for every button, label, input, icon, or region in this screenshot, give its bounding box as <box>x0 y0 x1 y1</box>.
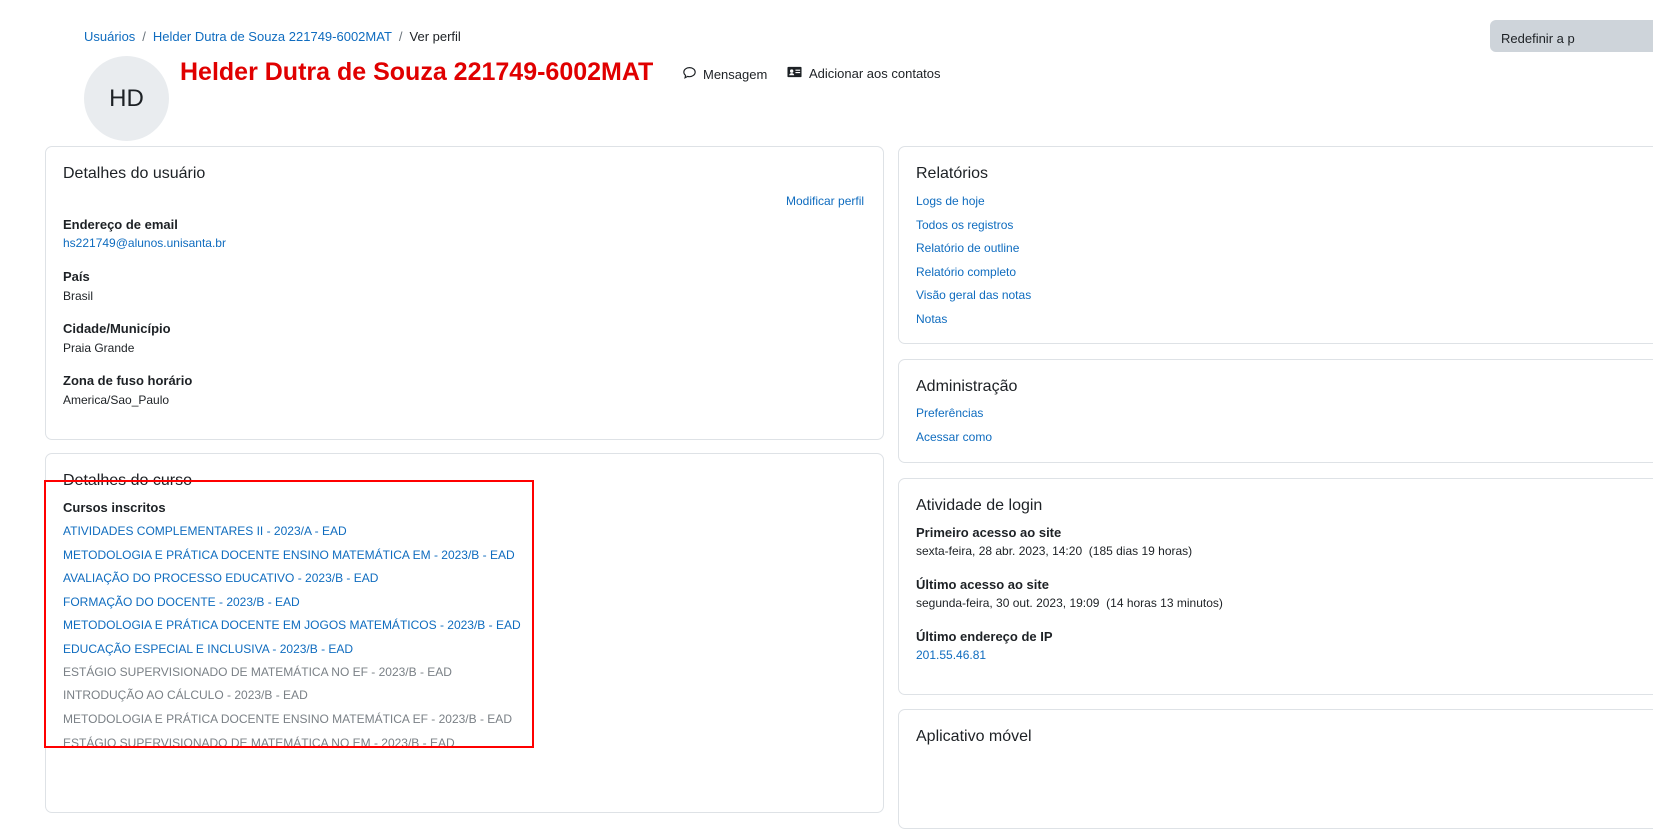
address-card-icon <box>787 66 802 81</box>
add-contact-label: Adicionar aos contatos <box>809 66 941 81</box>
breadcrumb-item-current: Ver perfil <box>409 29 461 44</box>
reports-card: Relatórios Logs de hoje Todos os registr… <box>898 146 1653 344</box>
timezone-value: America/Sao_Paulo <box>63 393 170 407</box>
course-details-title: Detalhes do curso <box>63 472 192 489</box>
reset-page-button[interactable]: Redefinir a p <box>1490 20 1653 52</box>
course-link[interactable]: FORMAÇÃO DO DOCENTE - 2023/B - EAD <box>63 595 300 609</box>
avatar: HD <box>84 56 169 141</box>
report-link-complete[interactable]: Relatório completo <box>916 265 1016 279</box>
login-activity-title: Atividade de login <box>916 497 1043 514</box>
administration-title: Administração <box>916 378 1018 395</box>
report-link-grades[interactable]: Notas <box>916 312 947 326</box>
course-link[interactable]: METODOLOGIA E PRÁTICA DOCENTE EM JOGOS M… <box>63 618 521 632</box>
course-link[interactable]: EDUCAÇÃO ESPECIAL E INCLUSIVA - 2023/B -… <box>63 642 353 656</box>
course-details-card: Detalhes do curso Cursos inscritos ATIVI… <box>45 453 884 813</box>
login-as-link[interactable]: Acessar como <box>916 430 992 444</box>
city-label: Cidade/Município <box>63 321 171 336</box>
last-ip-link[interactable]: 201.55.46.81 <box>916 648 986 662</box>
timezone-label: Zona de fuso horário <box>63 373 193 388</box>
course-link[interactable]: METODOLOGIA E PRÁTICA DOCENTE ENSINO MAT… <box>63 712 512 726</box>
course-link[interactable]: ATIVIDADES COMPLEMENTARES II - 2023/A - … <box>63 524 347 538</box>
report-link-all-logs[interactable]: Todos os registros <box>916 218 1013 232</box>
report-link-today-logs[interactable]: Logs de hoje <box>916 194 985 208</box>
city-value: Praia Grande <box>63 341 135 355</box>
course-link[interactable]: INTRODUÇÃO AO CÁLCULO - 2023/B - EAD <box>63 688 308 702</box>
first-access-label: Primeiro acesso ao site <box>916 525 1062 540</box>
enrolled-courses-label: Cursos inscritos <box>63 500 166 515</box>
last-access-label: Último acesso ao site <box>916 577 1049 592</box>
course-link[interactable]: ESTÁGIO SUPERVISIONADO DE MATEMÁTICA NO … <box>63 736 455 750</box>
email-label: Endereço de email <box>63 217 178 232</box>
login-activity-card: Atividade de login Primeiro acesso ao si… <box>898 478 1653 695</box>
last-ip-label: Último endereço de IP <box>916 629 1053 644</box>
course-link[interactable]: METODOLOGIA E PRÁTICA DOCENTE ENSINO MAT… <box>63 548 515 562</box>
edit-profile-link[interactable]: Modificar perfil <box>786 194 864 208</box>
breadcrumb-separator: / <box>142 29 146 44</box>
first-access-value: sexta-feira, 28 abr. 2023, 14:20 (185 di… <box>916 544 1193 558</box>
administration-card: Administração Preferências Acessar como <box>898 359 1653 463</box>
course-link[interactable]: ESTÁGIO SUPERVISIONADO DE MATEMÁTICA NO … <box>63 665 452 679</box>
course-link[interactable]: AVALIAÇÃO DO PROCESSO EDUCATIVO - 2023/B… <box>63 571 378 585</box>
message-button[interactable]: Mensagem <box>683 66 767 82</box>
country-value: Brasil <box>63 289 94 303</box>
reports-title: Relatórios <box>916 165 989 182</box>
message-icon <box>683 66 696 82</box>
breadcrumb-item-user[interactable]: Helder Dutra de Souza 221749-6002MAT <box>153 29 392 44</box>
user-details-title: Detalhes do usuário <box>63 165 206 182</box>
country-label: País <box>63 269 90 284</box>
add-contact-button[interactable]: Adicionar aos contatos <box>787 66 941 81</box>
page-title: Helder Dutra de Souza 221749-6002MAT <box>180 58 654 86</box>
breadcrumb-separator: / <box>398 29 403 44</box>
report-link-grades-overview[interactable]: Visão geral das notas <box>916 288 1031 302</box>
report-link-outline[interactable]: Relatório de outline <box>916 241 1019 255</box>
user-details-card: Detalhes do usuário Modificar perfil End… <box>45 146 884 440</box>
message-label: Mensagem <box>703 66 768 82</box>
email-link[interactable]: hs221749@alunos.unisanta.br <box>63 236 226 250</box>
mobile-app-card: Aplicativo móvel <box>898 709 1653 829</box>
breadcrumb: Usuários / Helder Dutra de Souza 221749-60… <box>84 29 461 44</box>
last-access-value: segunda-feira, 30 out. 2023, 19:09 (14 h… <box>916 596 1223 610</box>
breadcrumb-item-users[interactable]: Usuários <box>84 29 135 44</box>
mobile-app-title: Aplicativo móvel <box>916 728 1032 745</box>
preferences-link[interactable]: Preferências <box>916 406 983 420</box>
